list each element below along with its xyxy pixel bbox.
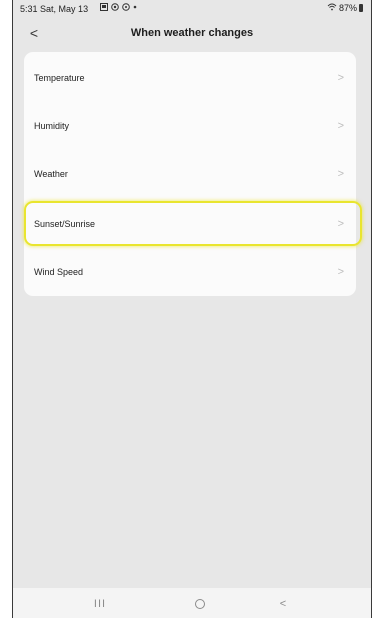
- option-label: Weather: [34, 169, 68, 179]
- options-list: Temperature > Humidity > Weather > Sunse…: [24, 52, 356, 296]
- battery-percent: 87%: [338, 3, 357, 13]
- wifi-icon: [327, 3, 337, 13]
- status-icons: [100, 3, 137, 13]
- status-time: 5:31 Sat, May 13: [20, 4, 89, 14]
- option-sunset-sunrise[interactable]: Sunset/Sunrise >: [24, 200, 356, 248]
- option-humidity[interactable]: Humidity >: [24, 102, 356, 150]
- page-title: When weather changes: [130, 27, 254, 39]
- status-bar: 5:31 Sat, May 13 87%: [13, 0, 371, 18]
- chevron-right-icon: >: [337, 218, 344, 230]
- nav-back-button[interactable]: <: [271, 597, 295, 611]
- chevron-right-icon: >: [337, 72, 344, 84]
- system-nav-bar: III <: [13, 588, 371, 618]
- target-icon: [111, 3, 119, 13]
- dot-icon: [133, 3, 137, 13]
- home-button[interactable]: [188, 597, 212, 611]
- gallery-icon: [100, 3, 108, 13]
- app-header: < When weather changes: [13, 20, 371, 48]
- settings-icon: [122, 3, 130, 13]
- battery-icon: [359, 4, 363, 12]
- phone-screen: 5:31 Sat, May 13 87% < When weather chan…: [12, 0, 372, 618]
- chevron-right-icon: >: [337, 266, 344, 278]
- option-temperature[interactable]: Temperature >: [24, 54, 356, 102]
- option-weather[interactable]: Weather >: [24, 150, 356, 198]
- recents-button[interactable]: III: [88, 597, 112, 611]
- chevron-right-icon: >: [337, 168, 344, 180]
- option-label: Humidity: [34, 121, 70, 131]
- option-label: Sunset/Sunrise: [34, 219, 96, 229]
- chevron-right-icon: >: [337, 120, 344, 132]
- status-right: 87%: [327, 3, 363, 13]
- option-wind-speed[interactable]: Wind Speed >: [24, 248, 356, 296]
- option-label: Temperature: [34, 73, 85, 83]
- option-label: Wind Speed: [34, 267, 84, 277]
- home-icon: [195, 599, 205, 610]
